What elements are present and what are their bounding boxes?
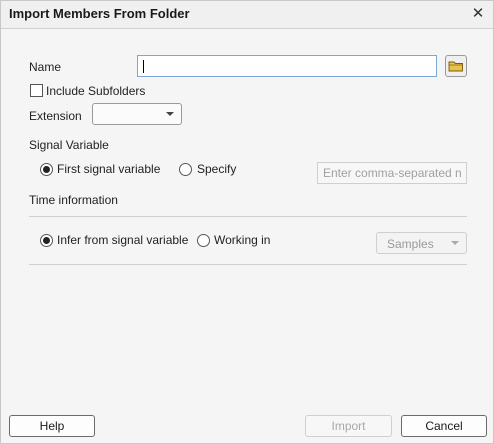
- section-divider: [29, 216, 467, 217]
- units-dropdown[interactable]: Samples: [376, 232, 467, 254]
- window-title: Import Members From Folder: [9, 6, 190, 21]
- first-signal-variable-label: First signal variable: [57, 162, 161, 176]
- specify-input[interactable]: Enter comma-separated n: [317, 162, 467, 184]
- extension-label: Extension: [29, 109, 82, 123]
- infer-from-signal-label: Infer from signal variable: [57, 233, 189, 247]
- browse-folder-button[interactable]: [445, 55, 467, 77]
- chevron-down-icon: [166, 112, 174, 116]
- first-signal-variable-radio[interactable]: [40, 163, 53, 176]
- working-in-label: Working in: [214, 233, 271, 247]
- help-button[interactable]: Help: [9, 415, 95, 437]
- cancel-button[interactable]: Cancel: [401, 415, 487, 437]
- specify-label: Specify: [197, 162, 237, 176]
- title-bar: Import Members From Folder ✕: [1, 1, 493, 29]
- include-subfolders-checkbox[interactable]: [30, 84, 43, 97]
- units-value: Samples: [387, 237, 434, 251]
- infer-from-signal-radio[interactable]: [40, 234, 53, 247]
- include-subfolders-label: Include Subfolders: [46, 84, 146, 98]
- close-icon[interactable]: ✕: [469, 5, 487, 23]
- folder-icon: [448, 61, 463, 72]
- text-caret: [143, 60, 144, 73]
- signal-variable-label: Signal Variable: [29, 138, 109, 152]
- import-members-dialog: Import Members From Folder ✕ Name Includ…: [0, 0, 494, 444]
- chevron-down-icon: [451, 241, 459, 245]
- import-button[interactable]: Import: [305, 415, 392, 437]
- name-label: Name: [29, 60, 62, 74]
- specify-radio[interactable]: [179, 163, 192, 176]
- working-in-radio[interactable]: [197, 234, 210, 247]
- extension-dropdown[interactable]: [92, 103, 182, 125]
- time-information-label: Time information: [29, 193, 118, 207]
- name-input[interactable]: [137, 55, 437, 77]
- section-divider: [29, 264, 467, 265]
